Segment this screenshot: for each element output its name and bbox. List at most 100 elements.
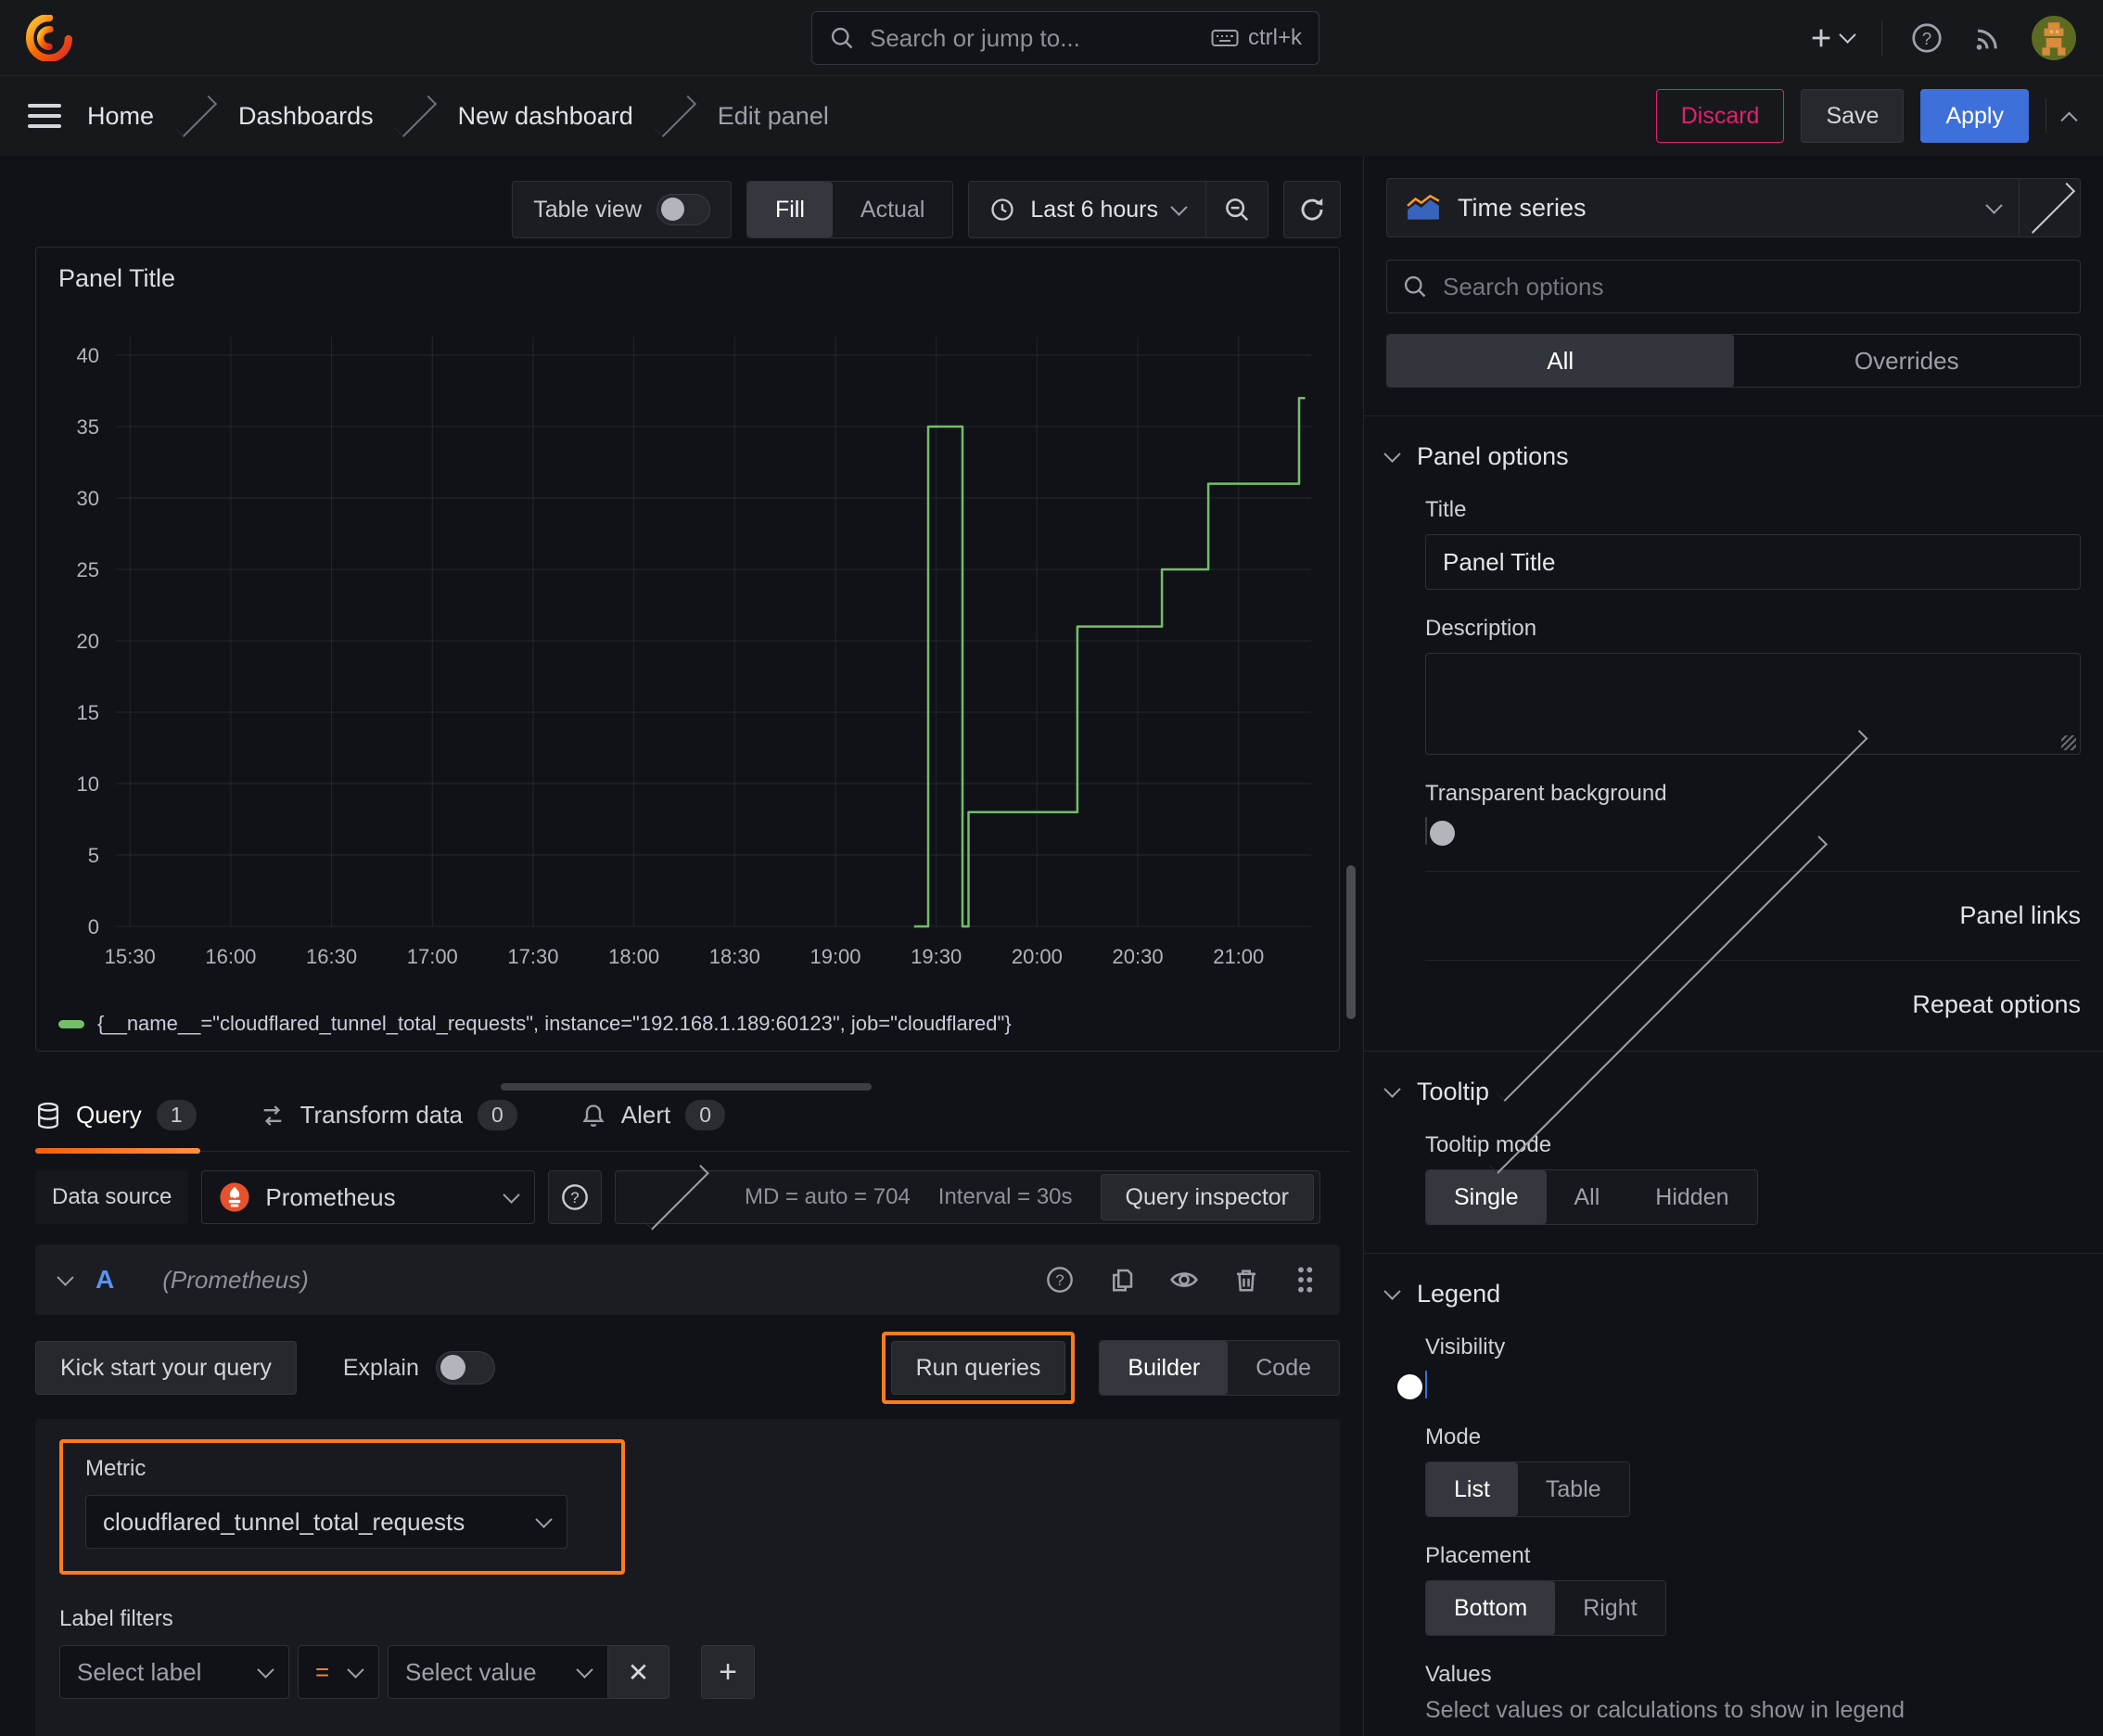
tooltip-mode-single[interactable]: Single xyxy=(1426,1170,1547,1224)
panel-title-input[interactable] xyxy=(1425,534,2081,590)
svg-text:19:30: 19:30 xyxy=(911,945,962,968)
legend-series-label[interactable]: {__name__="cloudflared_tunnel_total_requ… xyxy=(97,1012,1012,1036)
select-value-dropdown[interactable]: Select value xyxy=(388,1645,608,1699)
select-label-dropdown[interactable]: Select label xyxy=(59,1645,289,1699)
datasource-label: Data source xyxy=(35,1170,189,1224)
breadcrumb-new-dashboard[interactable]: New dashboard xyxy=(458,102,633,131)
select-label-placeholder: Select label xyxy=(77,1657,202,1686)
operator-value: = xyxy=(315,1657,330,1686)
datasource-picker[interactable]: Prometheus xyxy=(201,1170,536,1224)
explain-label: Explain xyxy=(342,1354,419,1381)
tab-overrides[interactable]: Overrides xyxy=(1734,335,2081,387)
hide-response-eye-icon[interactable] xyxy=(1169,1265,1199,1295)
database-icon xyxy=(35,1102,61,1130)
new-dropdown-button[interactable] xyxy=(1808,25,1856,51)
global-search-input[interactable] xyxy=(870,23,1196,53)
horizontal-scroll-indicator[interactable] xyxy=(501,1083,872,1091)
grafana-logo[interactable] xyxy=(26,14,72,61)
query-inspector-button[interactable]: Query inspector xyxy=(1100,1174,1314,1220)
legend-values-hint: Select values or calculations to show in… xyxy=(1425,1697,1905,1723)
time-series-chart[interactable]: 0 5 10 15 20 25 30 35 40 15:30 16:00 16:30 17:00 17:3… xyxy=(36,248,1339,980)
query-help-icon[interactable]: ? xyxy=(1045,1265,1075,1295)
datasource-bar: Data source Prometheus ? MD = auto = 704… xyxy=(35,1164,1320,1231)
metric-select[interactable]: cloudflared_tunnel_total_requests xyxy=(85,1495,567,1549)
svg-text:18:30: 18:30 xyxy=(709,945,760,968)
svg-text:30: 30 xyxy=(77,487,99,510)
tab-query[interactable]: Query 1 xyxy=(35,1091,200,1154)
kick-start-query-button[interactable]: Kick start your query xyxy=(35,1341,297,1395)
legend-visibility-toggle[interactable] xyxy=(1397,1371,1427,1399)
help-icon[interactable]: ? xyxy=(1910,21,1944,55)
tab-alert[interactable]: Alert 0 xyxy=(580,1091,729,1151)
panel-options-section-header[interactable]: Panel options xyxy=(1383,442,2081,471)
builder-option[interactable]: Builder xyxy=(1100,1341,1229,1395)
menu-toggle-icon[interactable] xyxy=(28,104,61,128)
panel-options-heading: Panel options xyxy=(1417,442,1569,470)
discard-button[interactable]: Discard xyxy=(1655,89,1785,143)
expand-options-icon[interactable] xyxy=(644,1164,709,1231)
svg-text:16:00: 16:00 xyxy=(205,945,256,968)
panel-description-textarea[interactable] xyxy=(1425,653,2081,755)
tooltip-mode-all[interactable]: All xyxy=(1547,1170,1628,1224)
code-option[interactable]: Code xyxy=(1228,1341,1339,1395)
label-filters-label: Label filters xyxy=(59,1606,173,1631)
run-queries-button[interactable]: Run queries xyxy=(890,1341,1066,1395)
fill-option[interactable]: Fill xyxy=(746,182,833,237)
breadcrumb-dashboards[interactable]: Dashboards xyxy=(238,102,374,131)
datasource-help-button[interactable]: ? xyxy=(548,1170,603,1224)
svg-text:20:30: 20:30 xyxy=(1113,945,1164,968)
chevron-down-icon xyxy=(347,1660,364,1679)
tab-alert-label: Alert xyxy=(620,1101,671,1129)
explain-toggle[interactable] xyxy=(435,1351,495,1385)
vertical-scrollbar[interactable] xyxy=(1346,865,1356,1019)
legend-mode-list[interactable]: List xyxy=(1426,1462,1518,1516)
user-avatar[interactable] xyxy=(2031,15,2077,61)
global-search[interactable]: ctrl+k xyxy=(811,11,1319,65)
refresh-button[interactable] xyxy=(1283,181,1341,238)
svg-text:18:00: 18:00 xyxy=(608,945,659,968)
actual-option[interactable]: Actual xyxy=(833,182,952,237)
tooltip-section-header[interactable]: Tooltip xyxy=(1383,1078,2081,1106)
drag-handle-icon[interactable] xyxy=(1294,1265,1316,1295)
breadcrumb-home[interactable]: Home xyxy=(87,102,154,131)
panel-view-toolbar: Table view Fill Actual Last 6 hours xyxy=(0,156,1363,241)
resize-handle[interactable] xyxy=(2061,735,2076,750)
tab-transform-data[interactable]: Transform data 0 xyxy=(260,1091,521,1151)
chevron-right-icon xyxy=(2023,182,2076,234)
add-filter-button[interactable]: + xyxy=(701,1645,755,1699)
transform-icon xyxy=(260,1103,286,1129)
legend-placement-bottom[interactable]: Bottom xyxy=(1426,1581,1556,1635)
collapse-header-icon[interactable] xyxy=(2060,111,2078,129)
delete-query-trash-icon[interactable] xyxy=(1232,1266,1260,1294)
options-search[interactable] xyxy=(1386,260,2081,313)
remove-filter-button[interactable]: ✕ xyxy=(608,1645,669,1699)
query-builder-toolbar: Kick start your query Explain Run querie… xyxy=(35,1332,1340,1404)
legend-placement-label: Placement xyxy=(1425,1543,1531,1568)
legend-mode-table[interactable]: Table xyxy=(1518,1462,1629,1516)
operator-dropdown[interactable]: = xyxy=(298,1645,379,1699)
apply-button[interactable]: Apply xyxy=(1920,89,2029,143)
query-datasource-hint: (Prometheus) xyxy=(162,1265,309,1294)
save-button[interactable]: Save xyxy=(1801,89,1905,143)
breadcrumb-edit-panel: Edit panel xyxy=(717,101,829,130)
collapse-query-icon[interactable] xyxy=(57,1268,74,1286)
search-icon xyxy=(1402,274,1428,300)
repeat-options-section[interactable]: Repeat options xyxy=(1425,835,2081,1175)
duplicate-query-icon[interactable] xyxy=(1108,1266,1136,1294)
tab-all-options[interactable]: All xyxy=(1387,335,1734,387)
breadcrumb-bar: Home Dashboards New dashboard Edit panel… xyxy=(0,76,2103,156)
tab-query-label: Query xyxy=(76,1101,142,1129)
legend-placement-right[interactable]: Right xyxy=(1555,1581,1664,1635)
visualization-select[interactable]: Time series xyxy=(1387,179,2019,236)
options-search-input[interactable] xyxy=(1443,272,2065,301)
tooltip-mode-hidden[interactable]: Hidden xyxy=(1627,1170,1756,1224)
table-view-toggle[interactable] xyxy=(656,194,710,225)
transparent-background-toggle[interactable] xyxy=(1425,817,1455,846)
legend-section-header[interactable]: Legend xyxy=(1383,1280,2081,1308)
query-row-header[interactable]: A (Prometheus) ? xyxy=(35,1245,1340,1315)
news-rss-icon[interactable] xyxy=(1971,22,2003,54)
time-range-picker[interactable]: Last 6 hours xyxy=(969,182,1205,237)
zoom-out-button[interactable] xyxy=(1205,182,1268,237)
viz-suggestions-expand[interactable] xyxy=(2019,179,2080,236)
builder-code-switch: Builder Code xyxy=(1099,1340,1340,1396)
